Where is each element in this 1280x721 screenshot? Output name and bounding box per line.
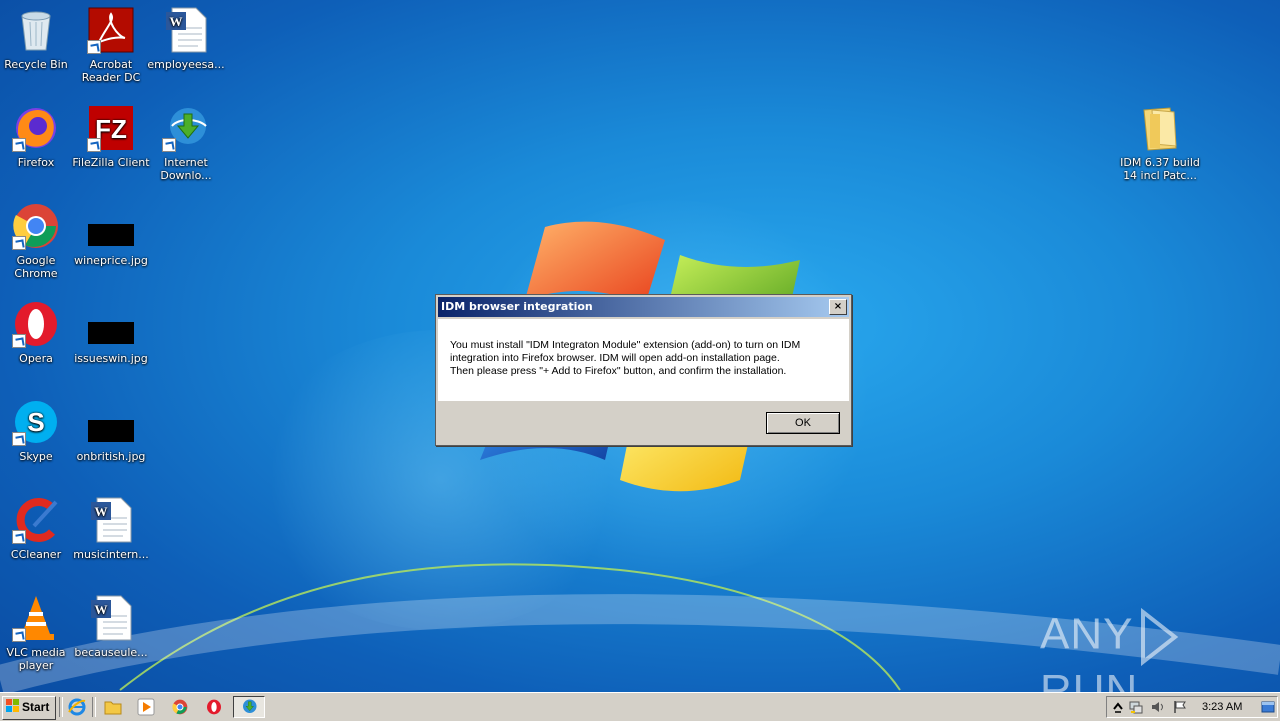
svg-text:W: W [170, 14, 183, 29]
watermark-text-left: ANY [1040, 609, 1134, 659]
skype-icon: S [12, 398, 60, 446]
desktop-icon-label: Acrobat Reader DC [81, 58, 141, 84]
svg-text:W: W [95, 602, 108, 617]
opera-icon[interactable] [203, 697, 225, 717]
acrobat-icon [87, 6, 135, 54]
desktop-icon-label: onbritish.jpg [76, 450, 146, 463]
desktop-icon-idm-folder[interactable]: IDM 6.37 build 14 incl Patc... [1120, 104, 1200, 182]
svg-text:W: W [95, 504, 108, 519]
shortcut-arrow-icon [12, 530, 26, 544]
desktop-icon-label: employeesa... [147, 58, 225, 71]
dialog-message-area: You must install "IDM Integraton Module"… [438, 319, 849, 401]
system-tray: 3:23 AM [1106, 696, 1278, 718]
desktop-icon-label: Firefox [17, 156, 55, 169]
chrome-icon[interactable] [169, 697, 191, 717]
shortcut-arrow-icon [12, 334, 26, 348]
desktop-icon-label: CCleaner [10, 548, 62, 561]
dialog-message-line: You must install "IDM Integraton Module"… [450, 339, 801, 351]
desktop-icon-label: Opera [19, 352, 53, 365]
image-file-icon [87, 398, 135, 446]
desktop-icon-vlc[interactable]: VLC media player [0, 594, 75, 672]
file-explorer-icon[interactable] [102, 697, 124, 717]
taskbar-separator [59, 697, 63, 717]
taskbar-separator [92, 697, 96, 717]
image-file-icon [87, 202, 135, 250]
desktop-icon-firefox[interactable]: Firefox [0, 104, 75, 169]
desktop-icon-skype[interactable]: S Skype [0, 398, 75, 463]
desktop-icon-onbritish[interactable]: onbritish.jpg [72, 398, 150, 463]
shortcut-arrow-icon [87, 40, 101, 54]
idm-integration-dialog: IDM browser integration × You must insta… [435, 294, 852, 446]
firefox-icon [12, 104, 60, 152]
dialog-message-line: integration into Firefox browser. IDM wi… [450, 352, 780, 364]
svg-text:S: S [27, 407, 44, 437]
desktop-icon-becauseule[interactable]: W becauseule... [72, 594, 150, 659]
desktop-icon-filezilla[interactable]: FZ FileZilla Client [72, 104, 150, 169]
volume-icon[interactable] [1151, 700, 1165, 714]
shortcut-arrow-icon [12, 138, 26, 152]
show-hidden-icons-icon[interactable] [1111, 700, 1125, 714]
image-file-icon [87, 300, 135, 348]
desktop-icon-chrome[interactable]: Google Chrome [0, 202, 75, 280]
desktop-icon-label: becauseule... [74, 646, 148, 659]
internet-explorer-icon[interactable] [66, 697, 88, 717]
dialog-message: You must install "IDM Integraton Module"… [450, 339, 800, 378]
shortcut-arrow-icon [162, 138, 176, 152]
close-icon: × [833, 301, 843, 312]
word-document-icon: W [87, 594, 135, 642]
filezilla-icon: FZ [87, 104, 135, 152]
desktop-icon-wineprice[interactable]: wineprice.jpg [72, 202, 150, 267]
desktop-icon-recycle-bin[interactable]: Recycle Bin [0, 6, 75, 71]
play-logo-icon [1141, 608, 1179, 666]
word-document-icon: W [87, 496, 135, 544]
windows-flag-icon [6, 699, 19, 712]
word-document-icon: W [162, 6, 210, 54]
start-button[interactable]: Start [2, 696, 56, 720]
start-label: Start [22, 700, 50, 714]
dialog-message-line: Then please press "+ Add to Firefox" but… [450, 365, 787, 377]
desktop-icon-opera[interactable]: Opera [0, 300, 75, 365]
action-center-flag-icon[interactable] [1173, 700, 1187, 714]
desktop-icon-idm[interactable]: Internet Downlo... [147, 104, 225, 182]
ok-button[interactable]: OK [766, 412, 840, 434]
desktop-icon-label: Internet Downlo... [160, 156, 212, 182]
chrome-icon [12, 202, 60, 250]
recycle-bin-icon [12, 6, 60, 54]
shortcut-arrow-icon [12, 236, 26, 250]
desktop-icon-label: issueswin.jpg [74, 352, 148, 365]
desktop-icon-label: VLC media player [6, 646, 66, 672]
desktop-icon-label: Skype [19, 450, 53, 463]
desktop-icon-label: musicintern... [73, 548, 149, 561]
opera-icon [12, 300, 60, 348]
desktop-icon-label: IDM 6.37 build 14 incl Patc... [1120, 156, 1200, 182]
media-player-icon[interactable] [135, 697, 157, 717]
shortcut-arrow-icon [12, 432, 26, 446]
desktop-icon-label: wineprice.jpg [74, 254, 148, 267]
desktop-icon-issueswin[interactable]: issueswin.jpg [72, 300, 150, 365]
desktop-icon-acrobat[interactable]: Acrobat Reader DC [72, 6, 150, 84]
desktop-icon-musicintern[interactable]: W musicintern... [72, 496, 150, 561]
network-icon[interactable] [1129, 700, 1143, 714]
desktop-icon-label: Google Chrome [14, 254, 58, 280]
taskbar: Start 3:23 AM [0, 692, 1280, 721]
vlc-icon [12, 594, 60, 642]
close-button[interactable]: × [829, 299, 847, 315]
desktop-icon-employeesa[interactable]: W employeesa... [147, 6, 225, 71]
dialog-title: IDM browser integration [441, 300, 593, 313]
idm-icon [162, 104, 210, 152]
shortcut-arrow-icon [12, 628, 26, 642]
desktop-icon-label: Recycle Bin [4, 58, 68, 71]
show-desktop-icon[interactable] [1261, 700, 1275, 714]
clock[interactable]: 3:23 AM [1202, 697, 1242, 717]
dialog-titlebar[interactable]: IDM browser integration × [438, 297, 849, 317]
desktop-icon-label: FileZilla Client [72, 156, 150, 169]
shortcut-arrow-icon [87, 138, 101, 152]
folder-icon [1136, 104, 1184, 152]
idm-icon[interactable] [233, 696, 265, 718]
ccleaner-icon [12, 496, 60, 544]
desktop-icon-ccleaner[interactable]: CCleaner [0, 496, 75, 561]
